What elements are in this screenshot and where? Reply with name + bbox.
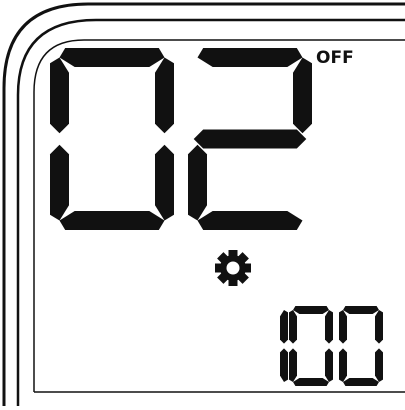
- main-digit-1-segment-d: [197, 211, 303, 230]
- secondary-digit-ones: [339, 306, 383, 386]
- secondary-digit-2-segment-d: [343, 378, 379, 386]
- main-digit-0-segment-a: [59, 48, 165, 67]
- secondary-digit-1-segment-d: [293, 378, 329, 386]
- gear-icon: [215, 250, 251, 286]
- status-label-off: OFF: [316, 48, 354, 68]
- secondary-digit-2-segment-a: [343, 306, 379, 314]
- secondary-digit-1-segment-a: [293, 306, 329, 314]
- secondary-digit-1-segment-b: [325, 310, 333, 344]
- secondary-digit-2-segment-b: [375, 310, 383, 344]
- main-digit-0-segment-b: [155, 57, 174, 134]
- secondary-digit-1-segment-f: [289, 310, 297, 344]
- secondary-digit-1-segment-c: [325, 348, 333, 382]
- secondary-digit-2-segment-f: [339, 310, 347, 344]
- secondary-digit-0-segment-c: [280, 348, 288, 382]
- secondary-digit-tens: [289, 306, 333, 386]
- main-digit-0-segment-f: [50, 57, 69, 134]
- secondary-digit-2-segment-c: [375, 348, 383, 382]
- main-digit-0-segment-c: [155, 144, 174, 221]
- lcd-display-panel: OFF: [0, 0, 405, 406]
- secondary-digit-hundreds: [280, 310, 288, 382]
- main-digit-1-segment-a: [197, 48, 303, 67]
- main-digit-1-segment-e: [188, 144, 207, 221]
- secondary-digit-2-segment-e: [339, 348, 347, 382]
- main-digit-1-segment-b: [293, 57, 312, 134]
- main-digit-0-segment-d: [59, 211, 165, 230]
- secondary-digit-1-segment-e: [289, 348, 297, 382]
- main-digit-0-segment-e: [50, 144, 69, 221]
- main-digit-tens: [50, 48, 174, 230]
- main-digit-ones: [188, 48, 312, 230]
- main-digit-1-segment-g: [193, 129, 307, 149]
- secondary-digit-0-segment-b: [280, 310, 288, 344]
